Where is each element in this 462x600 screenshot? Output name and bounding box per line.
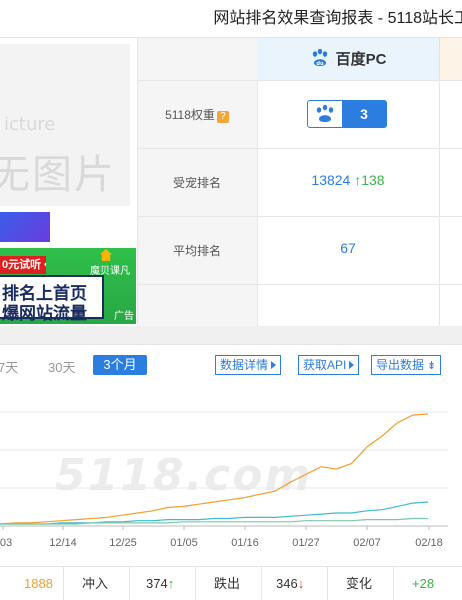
stat-total-value[interactable]: 1888 [24, 567, 53, 600]
stat-out-number[interactable]: 346 [276, 576, 298, 591]
up-arrow-icon: ↑ [167, 576, 175, 591]
chart-x-tick-label: 02/07 [353, 537, 381, 549]
chart-x-tick-label: 02/18 [415, 537, 443, 549]
stat-total: 1888 [0, 567, 64, 600]
chart-x-tick-label: 01/05 [170, 537, 198, 549]
chart-x-tick-label: 03 [0, 537, 12, 549]
chart-x-tick-label: 01/27 [292, 537, 320, 549]
down-arrow-icon: ↓ [297, 576, 305, 591]
stat-out-label: 跌出 [214, 576, 241, 591]
report-page: 网站排名效果查询报表 - 5118站长工 icture 无图片 0元试听 • 魔… [0, 0, 462, 600]
chart-x-tick-label: 12/25 [109, 537, 137, 549]
rank-stats-bar: 1888 冲入 374↑ 跌出 346↓ 变化 +28 [0, 566, 462, 600]
stat-change-label: 变化 [346, 576, 373, 591]
stat-in-number[interactable]: 374 [146, 576, 168, 591]
stat-in-value[interactable]: 374↑ [146, 567, 174, 600]
stat-change-value[interactable]: +28 [412, 567, 434, 600]
stat-in-label: 冲入 [82, 576, 109, 591]
chart-x-tick-label: 01/16 [231, 537, 259, 549]
stat-out-value[interactable]: 346↓ [276, 567, 304, 600]
chart-series-line-0[interactable] [0, 413, 429, 525]
chart-x-tick-label: 12/14 [49, 537, 77, 549]
trend-chart: 03 12/14 12/25 01/05 01/16 01/27 02/07 02/18 [0, 411, 448, 549]
